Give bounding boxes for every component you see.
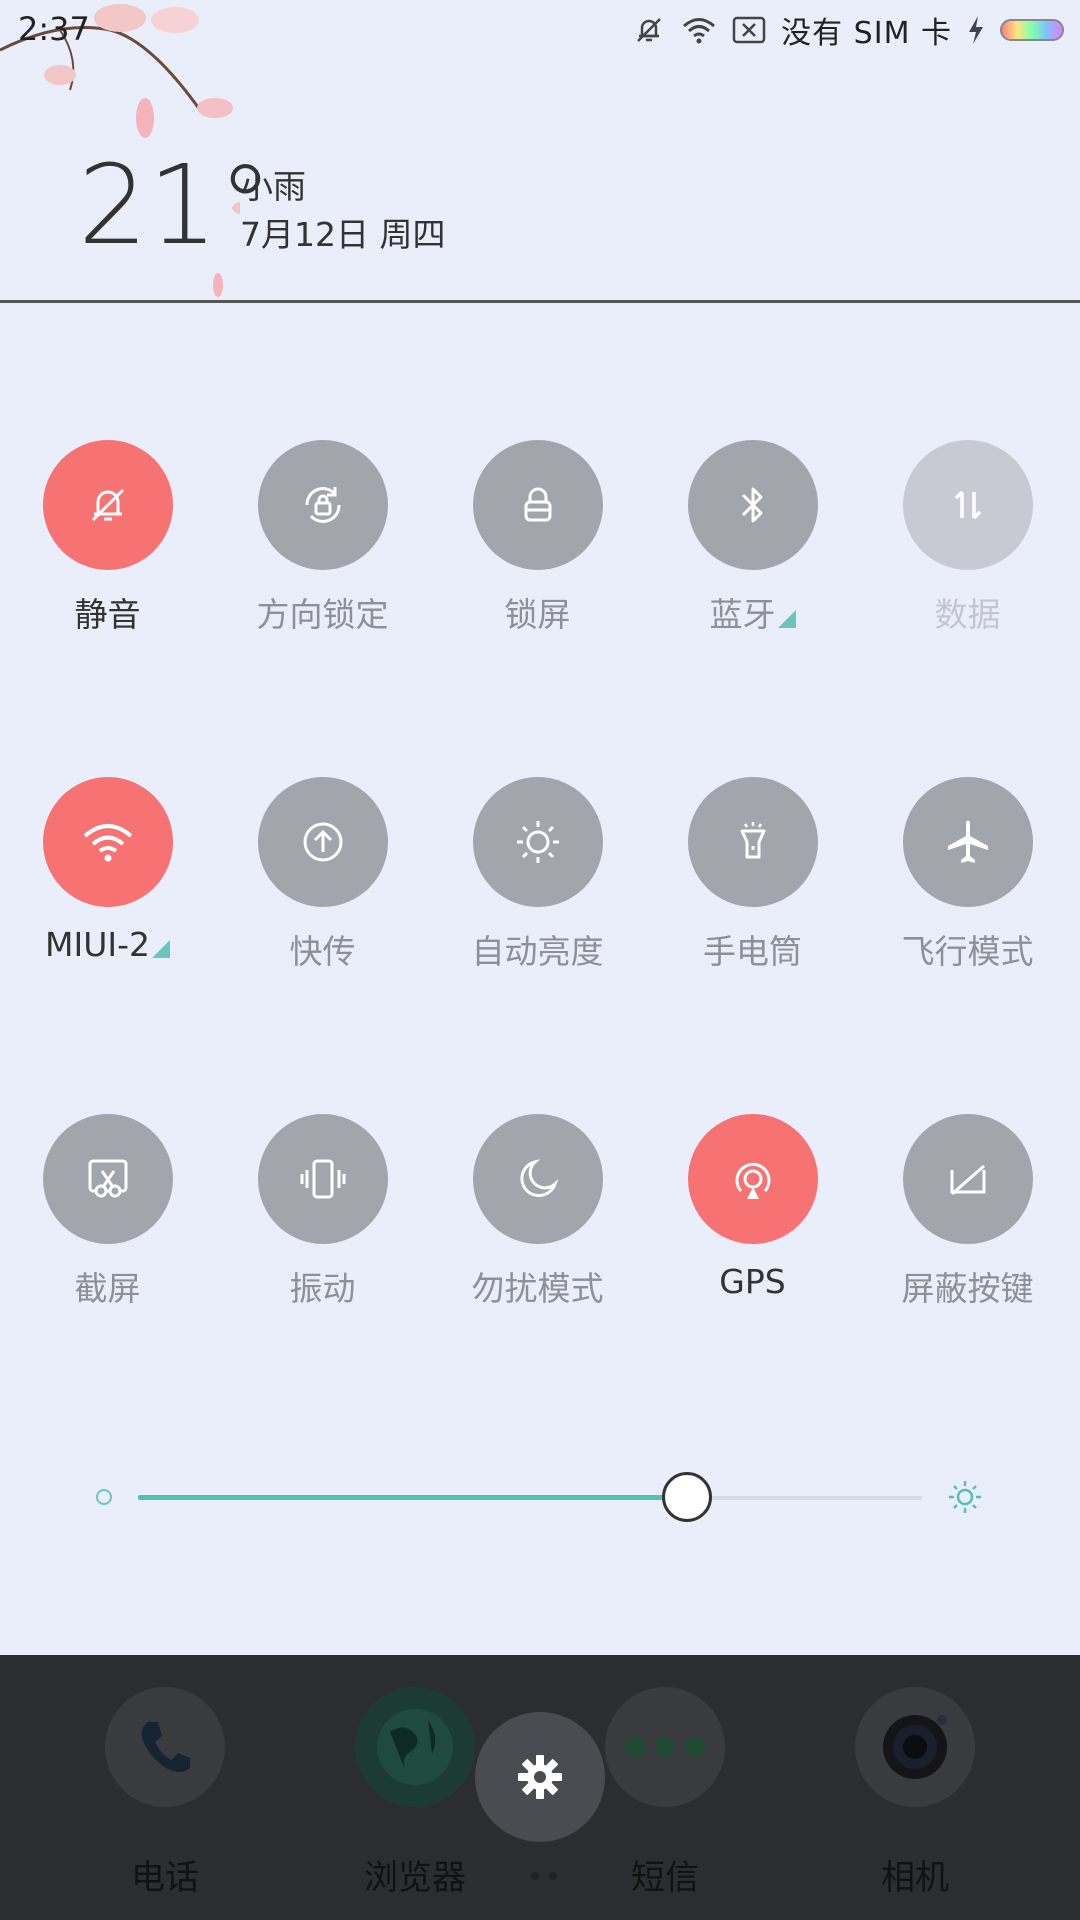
tile-label: 飞行模式 xyxy=(901,932,1034,971)
messages-icon xyxy=(605,1687,725,1807)
no-sim-icon xyxy=(731,12,767,48)
share-upload-icon xyxy=(258,777,388,907)
carrier-text: 没有 SIM 卡 xyxy=(781,16,952,51)
mobile-data-icon xyxy=(903,440,1033,570)
tile-rotation-lock[interactable]: 方向锁定 xyxy=(215,440,430,680)
gear-icon xyxy=(518,1755,562,1799)
gps-icon xyxy=(688,1114,818,1244)
tile-mobile-data[interactable]: 数据 xyxy=(860,440,1075,680)
bell-muted-icon xyxy=(631,12,667,48)
expand-indicator-icon[interactable] xyxy=(777,610,796,628)
block-keys-icon xyxy=(903,1114,1033,1244)
tile-gps[interactable]: GPS xyxy=(645,1114,860,1354)
tile-bluetooth[interactable]: 蓝牙 xyxy=(645,440,860,680)
quick-settings-panel: 静音 方向锁定 锁屏 蓝牙 数据 MIUI-2 快传 自动亮度 手电筒 飞行模式… xyxy=(0,305,1080,1655)
bluetooth-icon xyxy=(688,440,818,570)
header-divider xyxy=(0,300,1080,303)
wifi-icon xyxy=(681,12,717,48)
tile-label: 数据 xyxy=(934,595,1001,634)
lock-icon xyxy=(473,440,603,570)
tile-silent[interactable]: 静音 xyxy=(0,440,215,680)
bell-muted-icon xyxy=(43,440,173,570)
battery-icon xyxy=(1000,19,1064,41)
status-bar: 2:37 没有 SIM 卡 xyxy=(0,0,1080,297)
brightness-fill xyxy=(138,1495,687,1500)
brightness-low-icon xyxy=(96,1489,112,1505)
sun-icon xyxy=(473,777,603,907)
tile-wifi[interactable]: MIUI-2 xyxy=(0,777,215,1017)
brightness-slider[interactable] xyxy=(0,1460,1080,1550)
tile-label: 屏蔽按键 xyxy=(901,1269,1034,1308)
expand-indicator-icon[interactable] xyxy=(152,940,170,958)
tile-quick-share[interactable]: 快传 xyxy=(215,777,430,1017)
weather-date: 7月12日 周四 xyxy=(240,215,446,254)
screenshot-icon xyxy=(43,1114,173,1244)
brightness-thumb[interactable] xyxy=(661,1472,712,1522)
page-indicator xyxy=(526,1865,562,1884)
wifi-icon xyxy=(43,777,173,907)
tile-vibrate[interactable]: 振动 xyxy=(215,1114,430,1354)
rotation-lock-icon xyxy=(258,440,388,570)
phone-icon xyxy=(105,1687,225,1807)
tile-block-keys[interactable]: 屏蔽按键 xyxy=(860,1114,1075,1354)
tile-label-text: MIUI-2 xyxy=(45,925,150,964)
camera-icon xyxy=(855,1687,975,1807)
tile-do-not-disturb[interactable]: 勿扰模式 xyxy=(430,1114,645,1354)
flashlight-icon xyxy=(688,777,818,907)
charging-icon xyxy=(966,12,986,48)
tile-flashlight[interactable]: 手电筒 xyxy=(645,777,860,1017)
airplane-icon xyxy=(903,777,1033,907)
tile-auto-brightness[interactable]: 自动亮度 xyxy=(430,777,645,1017)
browser-icon xyxy=(355,1687,475,1807)
app-label: 相机 xyxy=(881,1858,949,1898)
weather-condition: 小雨 xyxy=(240,167,306,206)
tile-label-text: 蓝牙 xyxy=(709,595,776,634)
vibrate-icon xyxy=(258,1114,388,1244)
tile-screenshot[interactable]: 截屏 xyxy=(0,1114,215,1354)
settings-button[interactable] xyxy=(475,1712,605,1842)
tile-airplane-mode[interactable]: 飞行模式 xyxy=(860,777,1075,1017)
moon-icon xyxy=(473,1114,603,1244)
app-label: 电话 xyxy=(131,1858,199,1898)
brightness-high-icon xyxy=(949,1481,981,1513)
status-time: 2:37 xyxy=(18,10,90,48)
status-icons: 没有 SIM 卡 xyxy=(631,10,1064,51)
app-label: 短信 xyxy=(631,1858,699,1898)
app-label: 浏览器 xyxy=(364,1858,466,1898)
tile-lock-screen[interactable]: 锁屏 xyxy=(430,440,645,680)
